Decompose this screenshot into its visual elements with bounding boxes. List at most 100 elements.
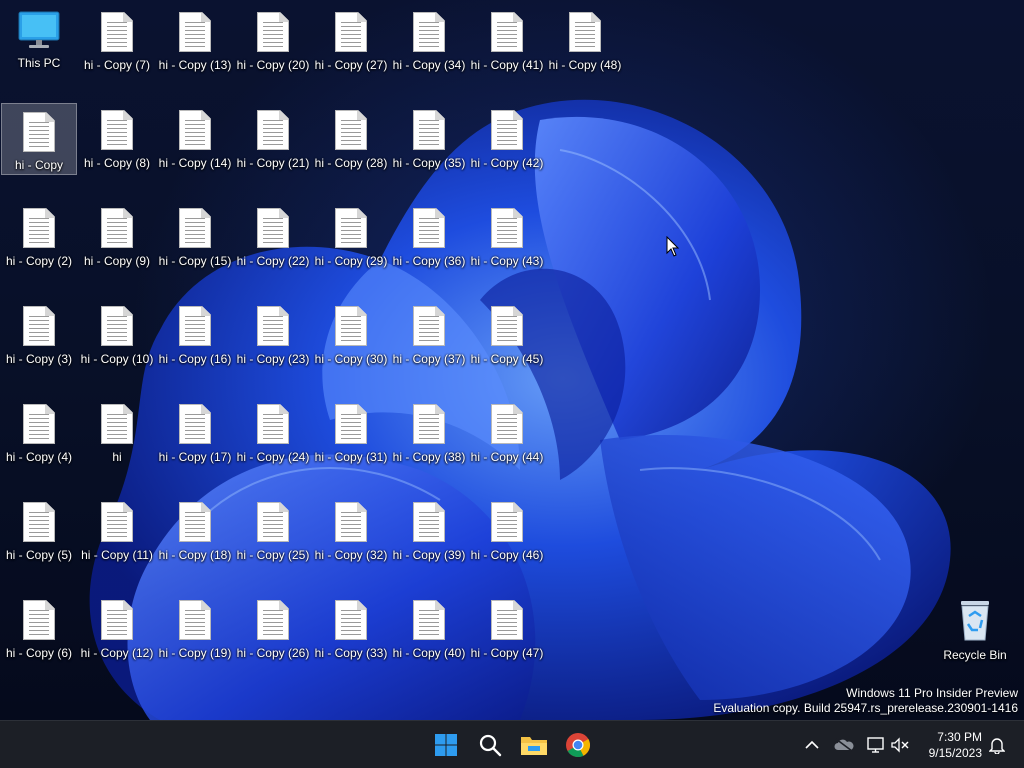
icon-label: hi - Copy (16) [158, 352, 232, 366]
file-hi-copy-9[interactable]: hi - Copy (9) [79, 200, 155, 272]
notifications-button[interactable] [985, 733, 1009, 757]
onedrive-tray-button[interactable] [832, 733, 856, 757]
file-hi-copy-2[interactable]: hi - Copy (2) [1, 200, 77, 272]
file-hi-copy-41[interactable]: hi - Copy (41) [469, 4, 545, 76]
file-hi-copy-28[interactable]: hi - Copy (28) [313, 102, 389, 174]
file-hi-copy-39[interactable]: hi - Copy (39) [391, 494, 467, 566]
file-hi-copy-42[interactable]: hi - Copy (42) [469, 102, 545, 174]
file-hi-copy-3[interactable]: hi - Copy (3) [1, 298, 77, 370]
icon-label: hi - Copy [14, 158, 64, 172]
file-hi-copy-46[interactable]: hi - Copy (46) [469, 494, 545, 566]
icon-label: hi - Copy (17) [158, 450, 232, 464]
text-document-icon [101, 502, 133, 542]
network-tray-button[interactable] [864, 733, 888, 757]
file-hi-copy-12[interactable]: hi - Copy (12) [79, 592, 155, 664]
volume-tray-button[interactable] [888, 733, 912, 757]
file-hi-copy-29[interactable]: hi - Copy (29) [313, 200, 389, 272]
icon-label: hi - Copy (11) [81, 548, 153, 562]
watermark-build: Evaluation copy. Build 25947.rs_prerelea… [713, 701, 1018, 715]
chevron-up-icon [805, 740, 819, 749]
this-pc-shortcut[interactable]: This PC [1, 4, 77, 76]
text-document-icon [335, 306, 367, 346]
text-document-icon [335, 12, 367, 52]
file-hi-copy-38[interactable]: hi - Copy (38) [391, 396, 467, 468]
icon-label: hi - Copy (26) [236, 646, 310, 660]
show-hidden-icons-button[interactable] [800, 733, 824, 757]
icon-label: hi - Copy (30) [314, 352, 388, 366]
chrome-button[interactable] [558, 725, 598, 765]
text-document-icon [23, 502, 55, 542]
file-hi-copy-20[interactable]: hi - Copy (20) [235, 4, 311, 76]
icon-label: hi - Copy (29) [314, 254, 388, 268]
icon-label: hi - Copy (19) [158, 646, 232, 660]
text-document-icon [101, 600, 133, 640]
text-document-icon [257, 110, 289, 150]
file-hi-copy-25[interactable]: hi - Copy (25) [235, 494, 311, 566]
file-hi-copy-18[interactable]: hi - Copy (18) [157, 494, 233, 566]
text-document-icon [491, 306, 523, 346]
taskbar-clock[interactable]: 7:30 PM 9/15/2023 [929, 729, 982, 761]
file-hi-copy-14[interactable]: hi - Copy (14) [157, 102, 233, 174]
icon-label: hi [112, 450, 122, 464]
file-hi-copy-24[interactable]: hi - Copy (24) [235, 396, 311, 468]
icon-label: hi - Copy (18) [158, 548, 232, 562]
search-button[interactable] [470, 725, 510, 765]
file-hi-copy-13[interactable]: hi - Copy (13) [157, 4, 233, 76]
icon-label: hi - Copy (21) [236, 156, 310, 170]
text-document-icon [413, 600, 445, 640]
file-hi-copy-43[interactable]: hi - Copy (43) [469, 200, 545, 272]
file-explorer-icon [521, 737, 547, 755]
file-hi-copy-4[interactable]: hi - Copy (4) [1, 396, 77, 468]
file-hi[interactable]: hi [79, 396, 155, 468]
icon-label: This PC [17, 56, 61, 70]
file-hi-copy-37[interactable]: hi - Copy (37) [391, 298, 467, 370]
file-hi-copy-19[interactable]: hi - Copy (19) [157, 592, 233, 664]
text-document-icon [257, 502, 289, 542]
clock-date: 9/15/2023 [928, 746, 982, 760]
file-hi-copy-6[interactable]: hi - Copy (6) [1, 592, 77, 664]
file-hi-copy-31[interactable]: hi - Copy (31) [313, 396, 389, 468]
file-hi-copy-36[interactable]: hi - Copy (36) [391, 200, 467, 272]
start-button[interactable] [426, 725, 466, 765]
file-hi-copy-26[interactable]: hi - Copy (26) [235, 592, 311, 664]
file-hi-copy-5[interactable]: hi - Copy (5) [1, 494, 77, 566]
text-document-icon [101, 12, 133, 52]
file-hi-copy-11[interactable]: hi - Copy (11) [79, 494, 155, 566]
text-document-icon [569, 12, 601, 52]
icon-label: Recycle Bin [943, 648, 1007, 662]
file-hi-copy-8[interactable]: hi - Copy (8) [79, 102, 155, 174]
file-hi-copy-45[interactable]: hi - Copy (45) [469, 298, 545, 370]
file-hi-copy-17[interactable]: hi - Copy (17) [157, 396, 233, 468]
file-hi-copy-21[interactable]: hi - Copy (21) [235, 102, 311, 174]
file-hi-copy-34[interactable]: hi - Copy (34) [391, 4, 467, 76]
file-hi-copy-35[interactable]: hi - Copy (35) [391, 102, 467, 174]
icon-label: hi - Copy (15) [158, 254, 232, 268]
file-hi-copy-47[interactable]: hi - Copy (47) [469, 592, 545, 664]
file-hi-copy[interactable]: hi - Copy [1, 103, 77, 175]
text-document-icon [179, 502, 211, 542]
icon-label: hi - Copy (39) [392, 548, 466, 562]
file-hi-copy-27[interactable]: hi - Copy (27) [313, 4, 389, 76]
file-hi-copy-22[interactable]: hi - Copy (22) [235, 200, 311, 272]
text-document-icon [179, 404, 211, 444]
icon-label: hi - Copy (12) [80, 646, 154, 660]
text-document-icon [101, 110, 133, 150]
text-document-icon [101, 208, 133, 248]
icon-label: hi - Copy (40) [392, 646, 466, 660]
recycle-bin-shortcut[interactable]: Recycle Bin [937, 592, 1013, 664]
file-hi-copy-30[interactable]: hi - Copy (30) [313, 298, 389, 370]
icon-label: hi - Copy (5) [5, 548, 73, 562]
file-hi-copy-23[interactable]: hi - Copy (23) [235, 298, 311, 370]
file-hi-copy-33[interactable]: hi - Copy (33) [313, 592, 389, 664]
file-hi-copy-10[interactable]: hi - Copy (10) [79, 298, 155, 370]
icon-label: hi - Copy (43) [470, 254, 544, 268]
file-hi-copy-32[interactable]: hi - Copy (32) [313, 494, 389, 566]
file-hi-copy-16[interactable]: hi - Copy (16) [157, 298, 233, 370]
file-explorer-button[interactable] [514, 725, 554, 765]
file-hi-copy-44[interactable]: hi - Copy (44) [469, 396, 545, 468]
file-hi-copy-48[interactable]: hi - Copy (48) [547, 4, 623, 76]
file-hi-copy-7[interactable]: hi - Copy (7) [79, 4, 155, 76]
file-hi-copy-15[interactable]: hi - Copy (15) [157, 200, 233, 272]
file-hi-copy-40[interactable]: hi - Copy (40) [391, 592, 467, 664]
icon-label: hi - Copy (44) [470, 450, 544, 464]
